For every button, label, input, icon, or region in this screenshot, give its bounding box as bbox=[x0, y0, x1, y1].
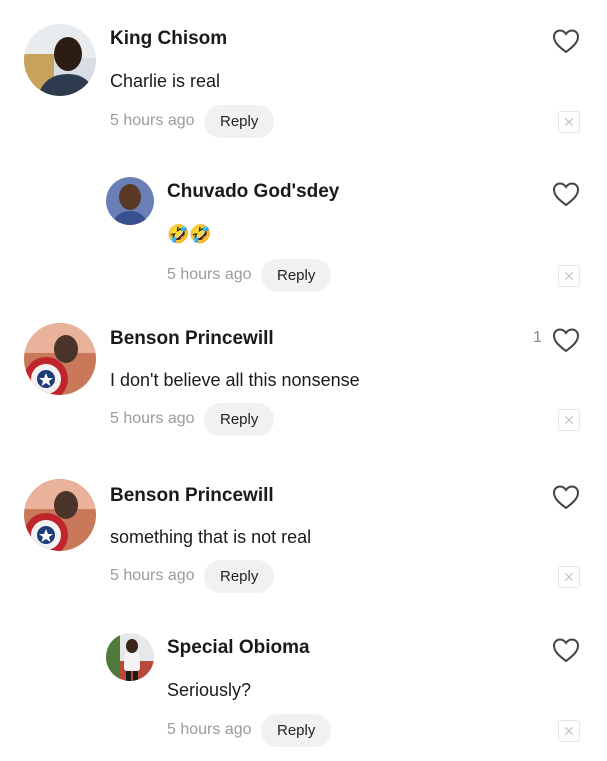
reply-button[interactable]: Reply bbox=[204, 105, 275, 138]
avatar[interactable] bbox=[106, 633, 154, 681]
heart-outline-icon[interactable] bbox=[552, 181, 580, 207]
heart-outline-icon[interactable] bbox=[552, 327, 580, 353]
comment-timestamp: 5 hours ago bbox=[110, 410, 195, 427]
comment-timestamp: 5 hours ago bbox=[167, 266, 252, 283]
comment-timestamp: 5 hours ago bbox=[110, 567, 195, 584]
commenter-name[interactable]: King Chisom bbox=[110, 28, 227, 50]
commenter-name[interactable]: Benson Princewill bbox=[110, 328, 274, 350]
reply-button[interactable]: Reply bbox=[204, 560, 275, 593]
comment-timestamp: 5 hours ago bbox=[110, 112, 195, 129]
heart-outline-icon[interactable] bbox=[552, 484, 580, 510]
comment-text: 🤣🤣 bbox=[167, 224, 212, 244]
commenter-name[interactable]: Chuvado God'sdey bbox=[167, 181, 339, 203]
comment-timestamp: 5 hours ago bbox=[167, 721, 252, 738]
comment-text: Charlie is real bbox=[110, 71, 221, 91]
reply-button[interactable]: Reply bbox=[204, 403, 275, 436]
comment-text: Seriously? bbox=[167, 680, 252, 700]
commenter-name[interactable]: Special Obioma bbox=[167, 637, 310, 659]
comment-text: something that is not real bbox=[110, 527, 312, 547]
reply-button[interactable]: Reply bbox=[261, 714, 332, 747]
avatar[interactable] bbox=[24, 323, 96, 395]
close-x-icon[interactable] bbox=[558, 111, 580, 133]
commenter-name[interactable]: Benson Princewill bbox=[110, 485, 274, 507]
avatar[interactable] bbox=[106, 177, 154, 225]
reply-button[interactable]: Reply bbox=[261, 259, 332, 292]
close-x-icon[interactable] bbox=[558, 265, 580, 287]
avatar[interactable] bbox=[24, 24, 96, 96]
comment-text: I don't believe all this nonsense bbox=[110, 370, 360, 390]
close-x-icon[interactable] bbox=[558, 720, 580, 742]
avatar[interactable] bbox=[24, 479, 96, 551]
close-x-icon[interactable] bbox=[558, 566, 580, 588]
heart-outline-icon[interactable] bbox=[552, 637, 580, 663]
close-x-icon[interactable] bbox=[558, 409, 580, 431]
like-count: 1 bbox=[533, 329, 542, 346]
heart-outline-icon[interactable] bbox=[552, 28, 580, 54]
